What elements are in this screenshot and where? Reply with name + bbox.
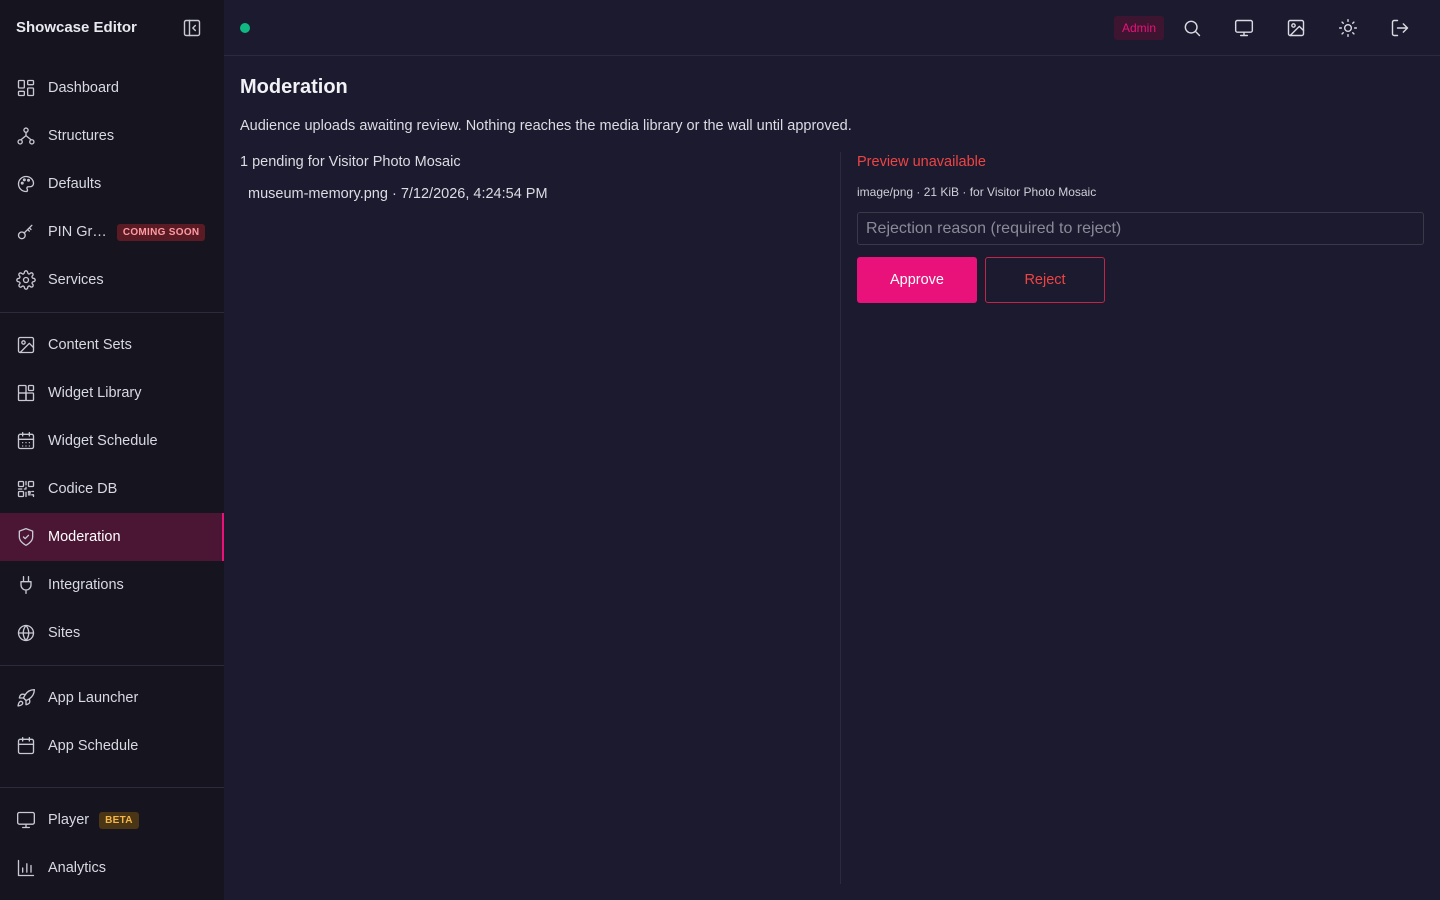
sidebar-item-app-launcher[interactable]: App Launcher — [0, 674, 224, 722]
list-item[interactable]: museum-memory.png · 7/12/2026, 4:24:54 P… — [248, 186, 548, 202]
sidebar-item-widget-schedule[interactable]: Widget Schedule — [0, 417, 224, 465]
image-icon — [16, 335, 36, 355]
page-description: Audience uploads awaiting review. Nothin… — [240, 118, 852, 134]
sidebar-item-defaults[interactable]: Defaults — [0, 160, 224, 208]
nav-group-player: Player BETA Analytics — [0, 796, 224, 892]
calendar-icon — [16, 736, 36, 756]
coming-soon-badge: COMING SOON — [116, 223, 206, 241]
search-button[interactable] — [1178, 14, 1206, 42]
sidebar-item-sites[interactable]: Sites — [0, 609, 224, 657]
sidebar-divider — [0, 665, 224, 666]
key-icon — [16, 222, 36, 242]
sidebar-divider — [0, 787, 224, 788]
connection-status-dot — [240, 23, 250, 33]
sidebar-item-integrations[interactable]: Integrations — [0, 561, 224, 609]
pending-count: 1 pending for Visitor Photo Mosaic — [240, 154, 461, 170]
sidebar-item-label: Defaults — [48, 176, 102, 192]
sidebar-item-label: Player — [48, 812, 90, 828]
upload-meta: image/png · 21 KiB · for Visitor Photo M… — [857, 185, 1097, 199]
sidebar-item-structures[interactable]: Structures — [0, 112, 224, 160]
sidebar-item-label: Moderation — [48, 529, 121, 545]
sidebar-item-label: Dashboard — [48, 80, 119, 96]
nav-group-apps: App Launcher App Schedule — [0, 674, 224, 770]
calendar-grid-icon — [16, 431, 36, 451]
panel-divider — [840, 152, 841, 884]
sidebar-item-label: Structures — [48, 128, 115, 144]
sidebar-item-services[interactable]: Services — [0, 256, 224, 304]
sidebar-item-label: Analytics — [48, 860, 107, 876]
sidebar-item-label: Codice DB — [48, 481, 118, 497]
collapse-sidebar-button[interactable] — [180, 16, 204, 40]
sidebar-item-player[interactable]: Player BETA — [0, 796, 224, 844]
sidebar-item-pin-groups[interactable]: PIN Gr… COMING SOON — [0, 208, 224, 256]
globe-icon — [16, 623, 36, 643]
sidebar-item-label: Sites — [48, 625, 81, 641]
app-title: Showcase Editor — [16, 19, 137, 36]
page-title: Moderation — [240, 76, 348, 98]
role-badge: Admin — [1114, 16, 1165, 40]
dashboard-icon — [16, 78, 36, 98]
widgets-icon — [16, 383, 36, 403]
monitor-icon — [16, 810, 36, 830]
sidebar-item-label: Widget Schedule — [48, 433, 158, 449]
beta-badge: BETA — [99, 811, 139, 829]
sidebar-item-label: Integrations — [48, 577, 124, 593]
sun-icon — [1338, 18, 1358, 38]
sidebar-item-content-sets[interactable]: Content Sets — [0, 321, 224, 369]
image-icon — [1287, 19, 1305, 37]
sidebar-item-app-schedule[interactable]: App Schedule — [0, 722, 224, 770]
topbar: Admin — [224, 0, 1440, 56]
sidebar-item-moderation[interactable]: Moderation — [0, 513, 224, 561]
approve-button[interactable]: Approve — [857, 257, 977, 303]
monitor-icon — [1234, 19, 1254, 37]
sidebar-item-label: Services — [48, 272, 104, 288]
sidebar-item-label: Content Sets — [48, 337, 132, 353]
sidebar-divider — [0, 312, 224, 313]
logout-button[interactable] — [1386, 14, 1414, 42]
rejection-reason-input[interactable] — [857, 212, 1424, 245]
gear-icon — [16, 270, 36, 290]
theme-toggle-button[interactable] — [1334, 14, 1362, 42]
sidebar-item-codice-db[interactable]: Codice DB — [0, 465, 224, 513]
sidebar-item-label: Widget Library — [48, 385, 142, 401]
qr-icon — [16, 479, 36, 499]
sidebar-item-widget-library[interactable]: Widget Library — [0, 369, 224, 417]
shield-check-icon — [16, 527, 36, 547]
sidebar-item-label: App Launcher — [48, 690, 139, 706]
sidebar-item-label: PIN Gr… — [48, 224, 107, 240]
rocket-icon — [16, 688, 36, 708]
search-icon — [1184, 20, 1201, 37]
palette-icon — [16, 174, 36, 194]
structures-icon — [16, 126, 36, 146]
nav-group-content: Content Sets Widget Library Widget Sched… — [0, 321, 224, 657]
display-preview-button[interactable] — [1230, 14, 1258, 42]
preview-error-text: Preview unavailable — [857, 154, 986, 170]
nav-group-main: Dashboard Structures Defaults PIN Gr… CO… — [0, 64, 224, 304]
media-button[interactable] — [1282, 14, 1310, 42]
sidebar-item-dashboard[interactable]: Dashboard — [0, 64, 224, 112]
reject-button[interactable]: Reject — [985, 257, 1105, 303]
logout-icon — [1391, 19, 1409, 37]
main-content: Moderation Audience uploads awaiting rev… — [224, 56, 1440, 900]
plug-icon — [16, 575, 36, 595]
sidebar-item-analytics[interactable]: Analytics — [0, 844, 224, 892]
sidebar: Showcase Editor Dashboard Structures Def… — [0, 0, 224, 900]
sidebar-toggle-icon — [183, 19, 201, 37]
bar-chart-icon — [16, 858, 36, 878]
sidebar-item-label: App Schedule — [48, 738, 139, 754]
